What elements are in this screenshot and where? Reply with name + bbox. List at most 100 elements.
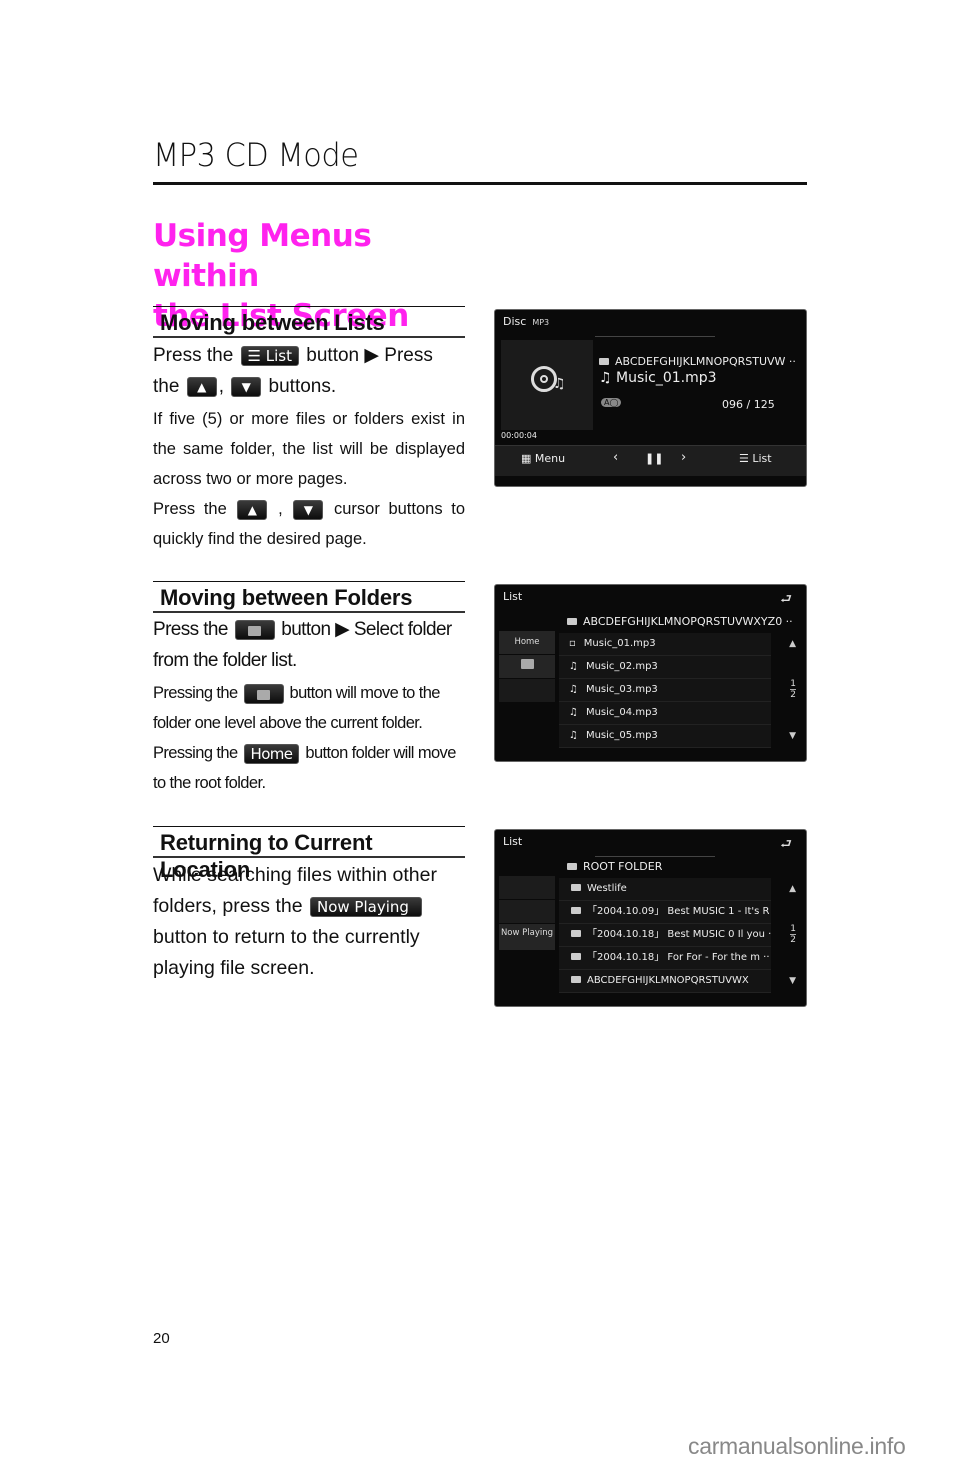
folder-line: ABCDEFGHIJKLMNOPQRSTUVWXYZ0 ·· — [567, 615, 793, 628]
folder-line: ROOT FOLDER — [567, 860, 662, 873]
list-item[interactable]: ▫ Music_01.mp3 — [559, 633, 771, 656]
track-name: Music_01.mp3 — [616, 370, 717, 386]
list-label: List — [265, 346, 293, 365]
chapter-divider — [153, 182, 807, 185]
list-item-label: Music_02.mp3 — [585, 661, 658, 672]
folder-name: ABCDEFGHIJKLMNOPQRSTUVW ·· — [615, 355, 796, 368]
music-note-icon: ♫ — [569, 707, 578, 718]
text: the — [153, 376, 180, 397]
lists-instruction: Press the ☰ List button ▶ Press the ▲, ▼… — [153, 345, 433, 397]
pause-icon[interactable]: ❚❚ — [645, 452, 663, 465]
scroll-down-icon[interactable]: ▼ — [789, 976, 796, 986]
menu-label: Menu — [534, 452, 566, 465]
folder-icon — [571, 976, 581, 983]
list-button[interactable]: ☰ List — [739, 452, 772, 465]
text: While searching files within other — [153, 864, 437, 886]
back-icon[interactable]: ⮐ — [780, 590, 792, 612]
home-button[interactable]: Home — [499, 631, 555, 654]
list-item-label: Music_04.mp3 — [585, 707, 658, 718]
watermark: carmanualsonline.info — [688, 1433, 906, 1459]
list-item[interactable]: ♫ Music_05.mp3 — [559, 725, 771, 748]
chapter-title: MP3 CD Mode — [153, 136, 359, 174]
list-item[interactable]: ♫ Music_04.mp3 — [559, 702, 771, 725]
screen-title-text: Disc — [503, 315, 527, 328]
folder-icon — [567, 618, 577, 625]
folder-up-icon — [520, 659, 534, 669]
page-total: 2 — [790, 689, 796, 700]
music-note-icon: ♫ — [569, 684, 578, 695]
scroll-up-icon[interactable]: ▲ — [789, 639, 796, 649]
folder-icon — [571, 930, 581, 937]
menu-button[interactable]: ▦ Menu — [521, 452, 565, 465]
home-button-disabled — [499, 876, 555, 899]
text: button to return to the currently — [153, 926, 420, 948]
list-item-label: 「2004.10.18」 For For - For the m ·· — [587, 952, 770, 963]
screen-title: Disc MP3 — [503, 315, 549, 328]
list-item-label: 「2004.10.18」 Best MUSIC 0 Il you ·· — [587, 929, 771, 940]
music-note-icon: ♫ — [553, 376, 566, 392]
folder-up-button[interactable] — [499, 655, 555, 678]
list-item[interactable]: ♫ Music_03.mp3 — [559, 679, 771, 702]
list-item[interactable]: ♫ Music_02.mp3 — [559, 656, 771, 679]
screenshot-folder-list: List ⮐ ROOT FOLDER Now Playing Westlife … — [494, 829, 807, 1007]
screenshot-disc-mp3: Disc MP3 ♫ ABCDEFGHIJKLMNOPQRSTUVW ·· ♫ M… — [494, 309, 807, 487]
list-item[interactable]: 「2004.10.18」 Best MUSIC 0 Il you ·· — [559, 924, 771, 947]
music-note-icon: ♫ — [569, 730, 578, 741]
section-title-line1: Using Menus within — [153, 218, 372, 294]
list-label: List — [752, 452, 772, 465]
folder-icon — [571, 884, 581, 891]
down-arrow-icon: ▼ — [231, 376, 262, 397]
side-button-blank — [499, 679, 555, 702]
page-total: 2 — [790, 934, 796, 945]
folders-instruction: Press the button ▶ Select folder from th… — [153, 614, 465, 676]
down-arrow-icon: ▼ — [293, 499, 324, 520]
music-note-icon: ♫ — [569, 661, 578, 672]
subheading-returning-to-current-location: Returning to Current Location — [153, 826, 465, 882]
folder-icon — [599, 358, 609, 365]
folder-name: ABCDEFGHIJKLMNOPQRSTUVWXYZ0 ·· — [583, 615, 793, 628]
page-number: 20 — [153, 1330, 170, 1347]
text: Pressing the — [153, 744, 238, 762]
list-item[interactable]: 「2004.10.09」 Best MUSIC 1 - It's R ·· — [559, 901, 771, 924]
up-arrow-icon: ▲ — [186, 376, 217, 397]
screen-title: List — [503, 835, 523, 848]
previous-icon[interactable]: ‹ — [613, 450, 618, 465]
list-item-label: 「2004.10.09」 Best MUSIC 1 - It's R ·· — [587, 906, 771, 917]
lists-note: If five (5) or more files or folders exi… — [153, 404, 465, 554]
list-item-label: Westlife — [587, 883, 627, 894]
subheading-moving-between-lists: Moving between Lists — [153, 306, 465, 338]
page-indicator: 12 — [790, 924, 796, 945]
text: folders, press the — [153, 895, 303, 917]
subheading-moving-between-folders: Moving between Folders — [153, 581, 465, 613]
folder-icon — [571, 907, 581, 914]
page-indicator: 12 — [790, 679, 796, 700]
repeat-mode-icon: A◯ — [601, 398, 622, 407]
music-note-icon: ♫ — [599, 370, 617, 386]
text: Press the — [153, 345, 234, 366]
screen-title: List — [503, 590, 523, 603]
list-item[interactable]: 「2004.10.18」 For For - For the m ·· — [559, 947, 771, 970]
list-icon: ☰ — [247, 346, 261, 365]
playback-toolbar: ▦ Menu ‹ ❚❚ › ☰ List — [495, 445, 806, 476]
back-icon[interactable]: ⮐ — [780, 835, 792, 857]
divider — [595, 856, 715, 857]
scroll-down-icon[interactable]: ▼ — [789, 731, 796, 741]
list-item[interactable]: ABCDEFGHIJKLMNOPQRSTUVWX — [559, 970, 771, 993]
folder-name: ROOT FOLDER — [583, 860, 663, 873]
home-button-inline: Home — [243, 743, 300, 764]
text: If five (5) or more files or folders exi… — [153, 410, 465, 488]
next-icon[interactable]: › — [681, 450, 686, 465]
text: Pressing the — [153, 684, 238, 702]
folder-up-button-disabled — [499, 900, 555, 923]
now-playing-button[interactable]: Now Playing — [499, 924, 555, 950]
up-arrow-icon: ▲ — [237, 499, 268, 520]
folder-icon — [571, 953, 581, 960]
list-item[interactable]: Westlife — [559, 878, 771, 901]
screen-subtitle: MP3 — [532, 318, 550, 327]
list-item-label: Music_01.mp3 — [583, 638, 656, 649]
scroll-up-icon[interactable]: ▲ — [789, 884, 796, 894]
track-line: ♫ Music_01.mp3 — [599, 370, 717, 386]
page-current: 1 — [790, 924, 796, 934]
folder-line: ABCDEFGHIJKLMNOPQRSTUVW ·· — [599, 355, 796, 368]
text: playing file screen. — [153, 957, 315, 979]
